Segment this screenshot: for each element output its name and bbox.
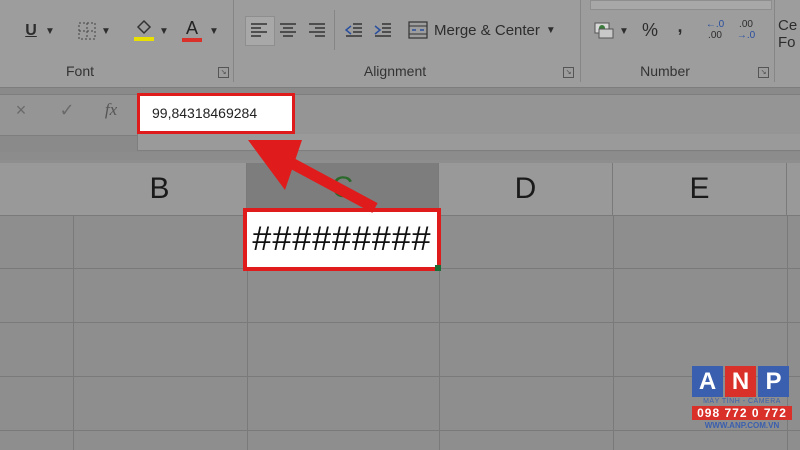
logo-letter-a: A <box>692 366 723 397</box>
logo-tagline: MÁY TÍNH - CAMERA <box>703 398 781 405</box>
anp-watermark-logo: A N P MÁY TÍNH - CAMERA 098 772 0 772 WW… <box>692 366 792 442</box>
logo-website: WWW.ANP.COM.VN <box>704 421 780 430</box>
annotation-arrow <box>248 140 378 213</box>
logo-letter-n: N <box>725 366 756 397</box>
logo-phone: 098 772 0 772 <box>692 406 792 420</box>
logo-letter-p: P <box>758 366 789 397</box>
